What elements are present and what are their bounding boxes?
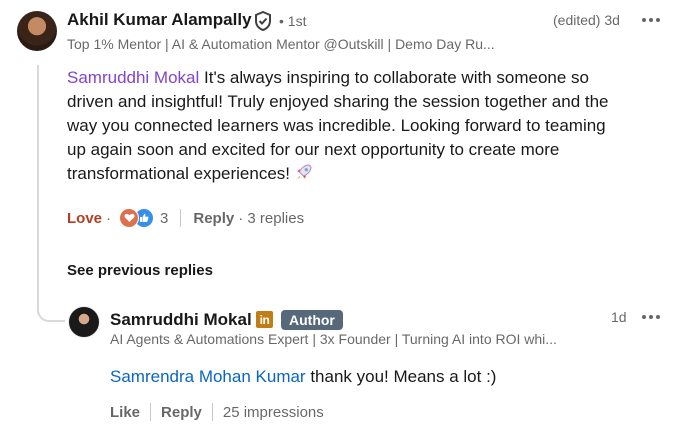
- impressions-count[interactable]: 25 impressions: [223, 404, 324, 421]
- separator-dot: ·: [106, 209, 112, 227]
- reply-avatar[interactable]: [68, 306, 100, 338]
- reply-text: Samrendra Mohan Kumar thank you! Means a…: [110, 365, 496, 389]
- replies-count[interactable]: · 3 replies: [238, 210, 304, 227]
- reply-button[interactable]: Reply: [161, 404, 202, 421]
- divider: [180, 209, 182, 227]
- reply-button[interactable]: Reply: [193, 210, 234, 227]
- mention-link[interactable]: Samrendra Mohan Kumar: [110, 367, 306, 386]
- connection-degree: • 1st: [279, 13, 307, 29]
- thread-line: [37, 65, 39, 313]
- love-reaction-button[interactable]: Love: [67, 210, 102, 227]
- verified-shield-icon: [254, 10, 272, 32]
- more-options-icon[interactable]: [639, 13, 663, 27]
- comment-actions: Love · 3 Reply · 3 replies: [67, 207, 304, 229]
- avatar[interactable]: [17, 11, 57, 51]
- see-previous-replies-button[interactable]: See previous replies: [67, 262, 213, 279]
- comment-author-name[interactable]: Akhil Kumar Alampally: [67, 10, 252, 30]
- reply-author-headline: AI Agents & Automations Expert | 3x Foun…: [110, 331, 557, 347]
- author-badge: Author: [281, 310, 343, 330]
- divider: [150, 403, 152, 421]
- reply-body: thank you! Means a lot :): [305, 367, 497, 386]
- more-options-icon[interactable]: [639, 310, 663, 324]
- reply-author-name[interactable]: Samruddhi Mokal: [110, 310, 252, 330]
- mention-link[interactable]: Samruddhi Mokal: [67, 68, 199, 87]
- thread-connector: [37, 292, 65, 322]
- reply-timestamp: 1d: [611, 309, 627, 325]
- linkedin-premium-icon: in: [256, 311, 273, 328]
- reactions-summary[interactable]: 3: [119, 208, 168, 228]
- author-headline: Top 1% Mentor | AI & Automation Mentor @…: [67, 36, 495, 52]
- heart-reaction-icon: [119, 208, 140, 228]
- divider: [211, 403, 213, 421]
- comment-text: Samruddhi Mokal It's always inspiring to…: [67, 66, 627, 186]
- reply-actions: Like Reply 25 impressions: [110, 401, 324, 423]
- rocket-emoji-icon: [294, 162, 314, 182]
- comment-timestamp: (edited) 3d: [553, 12, 620, 28]
- like-button[interactable]: Like: [110, 404, 140, 421]
- reaction-count: 3: [160, 209, 169, 227]
